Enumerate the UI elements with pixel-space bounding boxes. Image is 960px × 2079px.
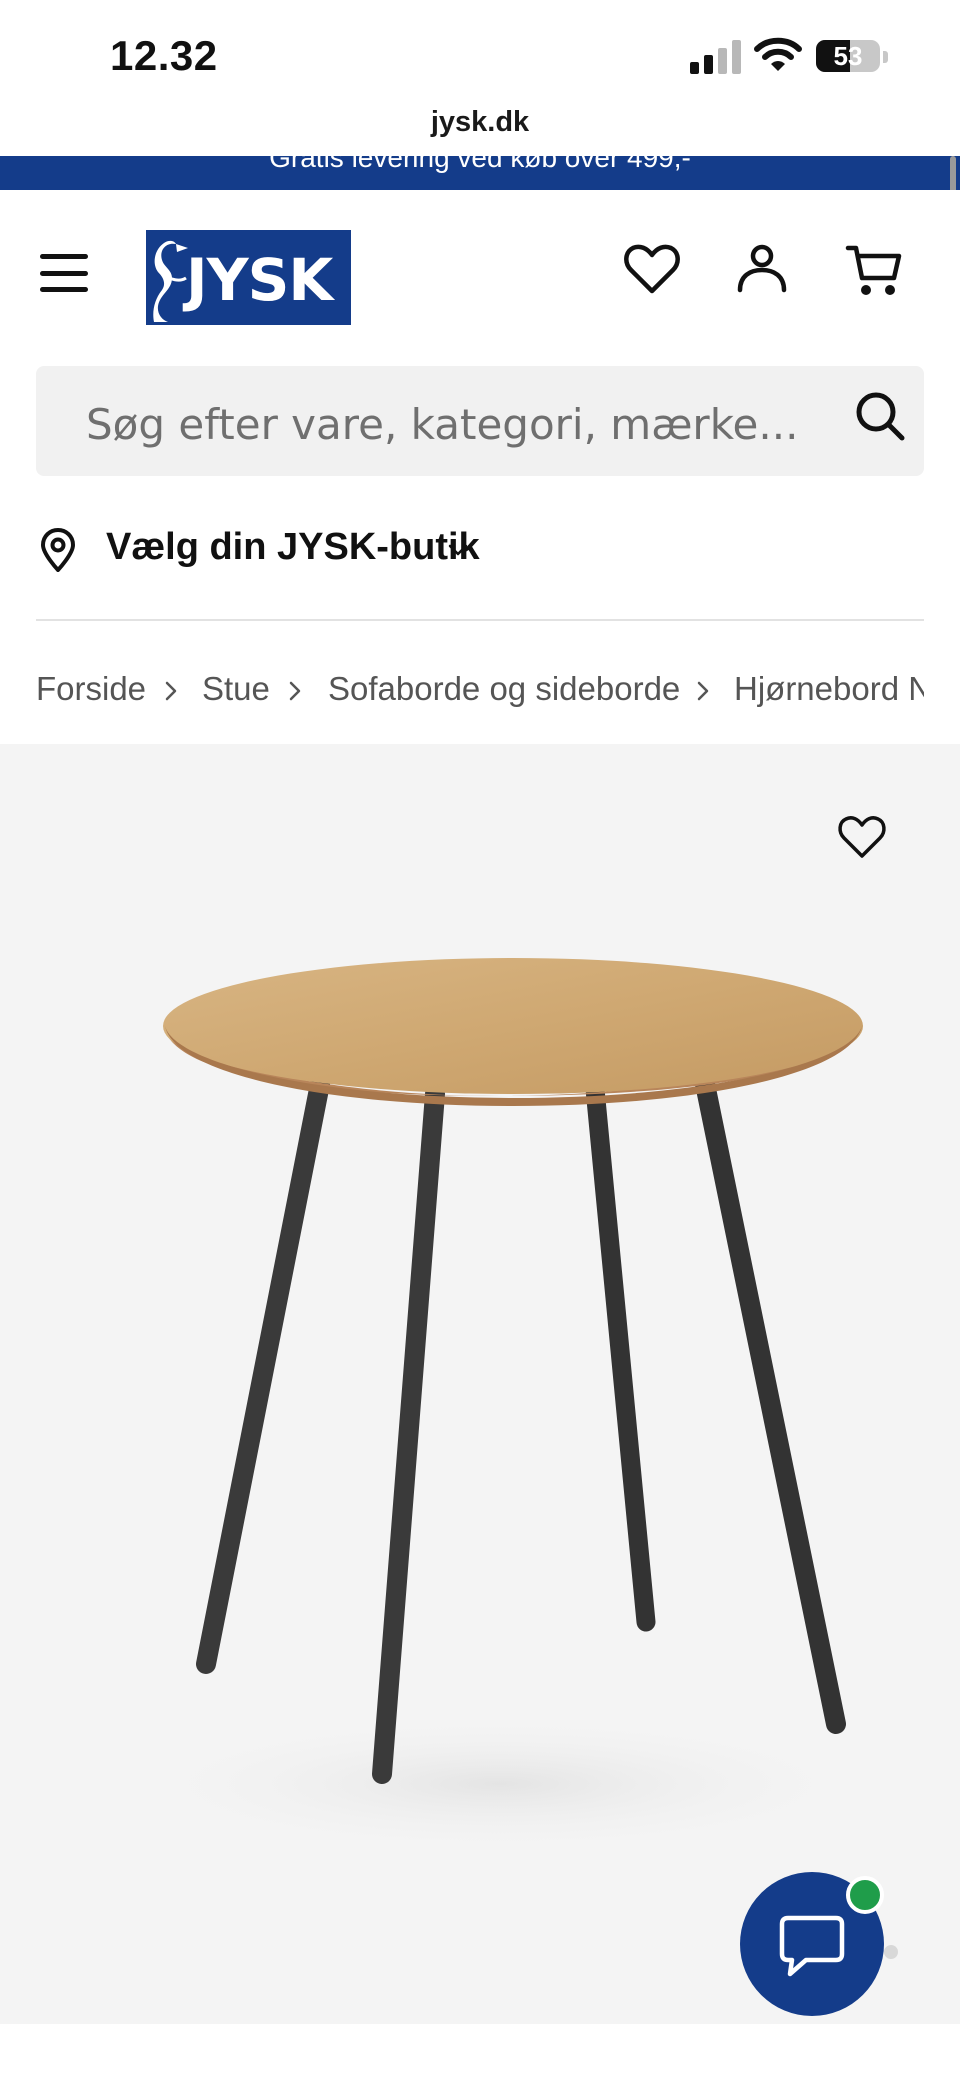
menu-icon-line (40, 287, 88, 292)
chat-bubble-icon (779, 1915, 845, 1977)
battery-icon: 53 (816, 40, 880, 72)
status-bar: 12.32 53 (0, 0, 960, 100)
search-bar[interactable]: Søg efter vare, kategori, mærke... (36, 366, 924, 476)
chevron-down-icon (448, 544, 468, 556)
favorite-heart-icon[interactable] (836, 812, 888, 864)
chevron-right-icon (289, 681, 301, 701)
wifi-icon (754, 37, 802, 71)
battery-cap (883, 51, 888, 63)
carousel-dot[interactable] (884, 1945, 898, 1959)
menu-icon-line (40, 270, 88, 276)
battery-indicator: 53 (816, 38, 888, 74)
user-icon[interactable] (732, 240, 792, 300)
chevron-right-icon (165, 681, 177, 701)
page-bottom (0, 2024, 960, 2079)
battery-level: 53 (833, 41, 863, 71)
chat-button[interactable] (740, 1872, 884, 2016)
jysk-logo[interactable]: JYSK (146, 230, 351, 325)
cellular-signal-icon (690, 40, 741, 74)
menu-icon-line (40, 254, 88, 259)
location-pin-icon (41, 528, 75, 572)
chevron-right-icon (697, 681, 709, 701)
store-label: Vælg din JYSK-butik (106, 526, 480, 568)
search-input[interactable]: Søg efter vare, kategori, mærke... (86, 400, 798, 449)
promo-banner[interactable]: Gratis levering ved køb over 499,- (0, 156, 960, 190)
breadcrumb-item-current: Hjørnebord N (734, 670, 924, 707)
product-image (120, 958, 880, 1854)
header-divider (36, 619, 924, 621)
heart-icon[interactable] (622, 240, 682, 300)
chat-online-indicator (846, 1876, 884, 1914)
cart-icon[interactable] (844, 240, 904, 300)
search-icon[interactable] (852, 388, 908, 444)
breadcrumb-item-forside[interactable]: Forside (36, 670, 146, 708)
logo-text: JYSK (186, 246, 333, 314)
breadcrumb-item-stue[interactable]: Stue (202, 670, 270, 708)
status-time: 12.32 (110, 32, 218, 79)
browser-url[interactable]: jysk.dk (0, 100, 960, 156)
store-selector[interactable]: Vælg din JYSK-butik (36, 514, 924, 584)
menu-button[interactable] (36, 250, 92, 296)
breadcrumb-item-sofaborde[interactable]: Sofaborde og sideborde (328, 670, 680, 708)
site-header: JYSK (0, 190, 960, 350)
promo-text: Gratis levering ved køb over 499,- (269, 156, 691, 173)
breadcrumb: Forside Stue Sofaborde og sideborde Hjør… (36, 666, 924, 716)
product-image-gallery[interactable] (0, 744, 960, 2024)
